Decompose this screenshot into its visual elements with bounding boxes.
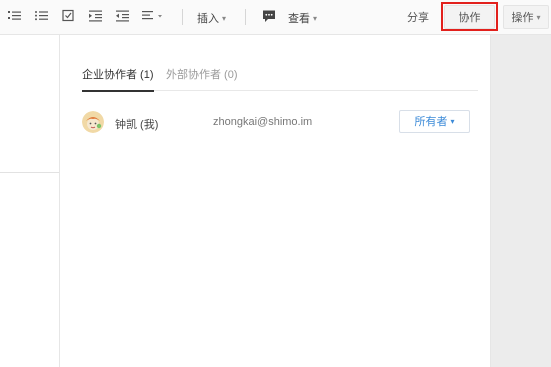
indent-increase-icon[interactable] <box>89 9 103 23</box>
insert-menu[interactable]: 插入 ▾ <box>197 10 226 26</box>
collaborator-email: zhongkai@shimo.im <box>213 116 313 128</box>
collaborator-name: 钟凯 (我) <box>115 119 159 131</box>
collaborator-row: 钟凯 (我) zhongkai@shimo.im 所有者 ▾ <box>82 110 470 136</box>
chevron-down-icon: ▾ <box>222 14 227 23</box>
tab-external-collaborators[interactable]: 外部协作者 (0) <box>166 66 238 90</box>
comment-icon[interactable] <box>262 9 276 23</box>
align-icon[interactable] <box>142 9 166 23</box>
view-label: 查看 <box>288 13 310 25</box>
toolbar-divider <box>245 9 246 25</box>
collaborate-highlight-box <box>441 2 498 31</box>
chevron-down-icon: ▾ <box>450 117 455 126</box>
ordered-list-icon[interactable] <box>8 9 22 23</box>
document-divider <box>0 172 59 173</box>
document-area[interactable] <box>0 35 59 367</box>
actions-label: 操作 <box>511 12 534 24</box>
unordered-list-icon[interactable] <box>35 9 49 23</box>
insert-label: 插入 <box>197 13 219 25</box>
collaborator-tabs: 企业协作者 (1) 外部协作者 (0) <box>82 60 478 92</box>
view-menu[interactable]: 查看 ▾ <box>288 10 317 26</box>
role-label: 所有者 <box>414 116 448 128</box>
role-dropdown[interactable]: 所有者 ▾ <box>399 110 470 133</box>
collaborators-panel: 企业协作者 (1) 外部协作者 (0) 钟凯 (我) zhongkai@shim… <box>59 35 491 367</box>
avatar-icon <box>82 111 104 133</box>
toolbar-divider <box>182 9 183 25</box>
chevron-down-icon: ▾ <box>536 13 541 22</box>
indent-decrease-icon[interactable] <box>116 9 130 23</box>
share-button[interactable]: 分享 <box>395 5 441 29</box>
chevron-down-icon: ▾ <box>313 14 318 23</box>
checklist-icon[interactable] <box>62 9 76 23</box>
actions-button[interactable]: 操作 ▾ <box>503 5 549 29</box>
tab-internal-collaborators[interactable]: 企业协作者 (1) <box>82 66 154 92</box>
